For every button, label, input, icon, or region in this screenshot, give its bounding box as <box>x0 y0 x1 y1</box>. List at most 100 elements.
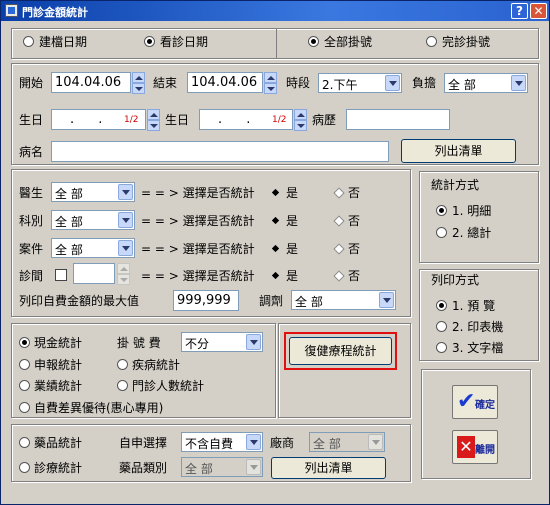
check-icon: ✔ <box>457 389 476 414</box>
app-icon <box>5 4 18 17</box>
confirm-button[interactable]: ✔ 確定 <box>452 385 498 419</box>
radio-visit-date[interactable] <box>144 36 155 47</box>
department-no-label: 否 <box>348 214 361 228</box>
doctor-select[interactable]: 全 部 <box>51 182 135 202</box>
chevron-down-icon <box>118 212 133 228</box>
visit-date-label: 看診日期 <box>160 35 209 49</box>
self-select-label: 自申選擇 <box>119 436 168 450</box>
disease-input[interactable] <box>51 141 389 162</box>
all-registration-label: 全部掛號 <box>324 35 373 49</box>
print-textfile-label: 3. 文字檔 <box>452 341 504 355</box>
stat-detail-label: 1. 明細 <box>452 204 492 218</box>
disease-stat-label: 疾病統計 <box>132 358 181 372</box>
visitor-count-stat-label: 門診人數統計 <box>132 379 205 393</box>
burden-value: 全 部 <box>448 78 476 92</box>
radio-visitor-count-stat[interactable] <box>117 380 128 391</box>
period-label: 時段 <box>286 76 311 90</box>
dispense-select[interactable]: 全 部 <box>291 290 396 310</box>
birth2-spinner[interactable] <box>294 109 307 131</box>
radio-complete-registration[interactable] <box>426 36 437 47</box>
help-button[interactable]: ? <box>511 3 528 19</box>
department-yes-label: 是 <box>286 214 299 228</box>
case-value: 全 部 <box>55 243 83 257</box>
confirm-label: 確定 <box>475 400 495 411</box>
doctor-label: 醫生 <box>19 186 44 200</box>
case-yes-label: 是 <box>286 242 299 256</box>
main-window: 門診金額統計 ? ✕ 建檔日期 看診日期 全部掛號 完診掛號 開始 104.04… <box>0 0 550 505</box>
print-printer-label: 2. 印表機 <box>452 320 504 334</box>
radio-drug-stat[interactable] <box>19 437 30 448</box>
vendor-select[interactable]: 全 部 <box>309 432 385 452</box>
radio-report-stat[interactable] <box>19 359 30 370</box>
leave-label: 離開 <box>475 445 495 456</box>
cash-stat-label: 現金統計 <box>34 336 83 350</box>
clinic-room-input[interactable] <box>73 263 115 284</box>
case-select-stat-text: = = > 選擇是否統計 <box>141 242 255 256</box>
leave-button[interactable]: ✕ 離開 <box>452 430 498 464</box>
clinic-room-spinner[interactable] <box>117 263 130 285</box>
report-stat-label: 申報統計 <box>34 358 83 372</box>
case-select[interactable]: 全 部 <box>51 238 135 258</box>
radio-disease-stat[interactable] <box>117 359 128 370</box>
period-select[interactable]: 2.下午 <box>318 73 402 93</box>
radio-all-registration[interactable] <box>308 36 319 47</box>
history-input[interactable] <box>346 109 450 130</box>
radio-print-textfile[interactable] <box>436 342 447 353</box>
self-select-value: 不含自費 <box>185 437 234 451</box>
radio-create-date[interactable] <box>23 36 34 47</box>
department-label: 科別 <box>19 214 44 228</box>
end-date-spinner[interactable] <box>264 72 277 94</box>
case-label: 案件 <box>19 242 44 256</box>
print-preview-label: 1. 預 覽 <box>452 299 496 313</box>
self-select-select[interactable]: 不含自費 <box>181 432 263 452</box>
vendor-value: 全 部 <box>313 437 341 451</box>
reg-fee-select[interactable]: 不分 <box>181 332 263 352</box>
clinic-room-yes-label: 是 <box>286 269 299 283</box>
max-amount-label: 列印自費金額的最大值 <box>19 294 140 308</box>
end-date-input[interactable]: 104.04.06 <box>187 72 263 93</box>
title-bar[interactable]: 門診金額統計 ? ✕ <box>1 1 549 21</box>
dispense-value: 全 部 <box>295 295 323 309</box>
radio-print-preview[interactable] <box>436 300 447 311</box>
radio-performance-stat[interactable] <box>19 380 30 391</box>
clinic-room-checkbox[interactable] <box>55 269 67 281</box>
close-button[interactable]: ✕ <box>530 3 547 19</box>
start-label: 開始 <box>19 76 44 90</box>
birth2-label: 生日 <box>165 113 190 127</box>
chevron-down-icon <box>246 459 261 475</box>
birth2-value: . . <box>218 112 261 127</box>
chevron-down-icon <box>246 334 261 350</box>
birth1-spinner[interactable] <box>147 109 160 131</box>
drug-category-select[interactable]: 全 部 <box>181 457 263 477</box>
complete-registration-label: 完診掛號 <box>442 35 491 49</box>
radio-self-pay-discount[interactable] <box>19 402 30 413</box>
window-title: 門診金額統計 <box>22 6 88 19</box>
drug-stat-label: 藥品統計 <box>34 436 83 450</box>
department-select[interactable]: 全 部 <box>51 210 135 230</box>
start-date-input[interactable]: 104.04.06 <box>51 72 131 93</box>
stat-method-title: 統計方式 <box>431 178 480 192</box>
radio-treatment-stat[interactable] <box>19 462 30 473</box>
list-button-bottom[interactable]: 列出清單 <box>271 457 386 479</box>
start-date-spinner[interactable] <box>132 72 145 94</box>
burden-label: 負擔 <box>412 76 437 90</box>
radio-stat-detail[interactable] <box>436 205 447 216</box>
doctor-select-stat-text: = = > 選擇是否統計 <box>141 186 255 200</box>
stat-total-label: 2. 總計 <box>452 226 492 240</box>
rehab-course-stat-button[interactable]: 復健療程統計 <box>289 337 392 365</box>
radio-stat-total[interactable] <box>436 227 447 238</box>
birth1-label: 生日 <box>19 113 44 127</box>
clinic-room-label: 診間 <box>19 269 44 283</box>
department-select-stat-text: = = > 選擇是否統計 <box>141 214 255 228</box>
doctor-value: 全 部 <box>55 187 83 201</box>
radio-print-printer[interactable] <box>436 321 447 332</box>
birth1-value: . . <box>70 112 113 127</box>
drug-category-value: 全 部 <box>185 462 213 476</box>
list-button-top[interactable]: 列出清單 <box>401 139 516 163</box>
period-value: 2.下午 <box>322 78 358 92</box>
radio-cash-stat[interactable] <box>19 337 30 348</box>
chevron-down-icon <box>118 184 133 200</box>
max-amount-input[interactable]: 999,999 <box>173 290 239 311</box>
chevron-down-icon <box>385 75 400 91</box>
burden-select[interactable]: 全 部 <box>444 73 528 93</box>
